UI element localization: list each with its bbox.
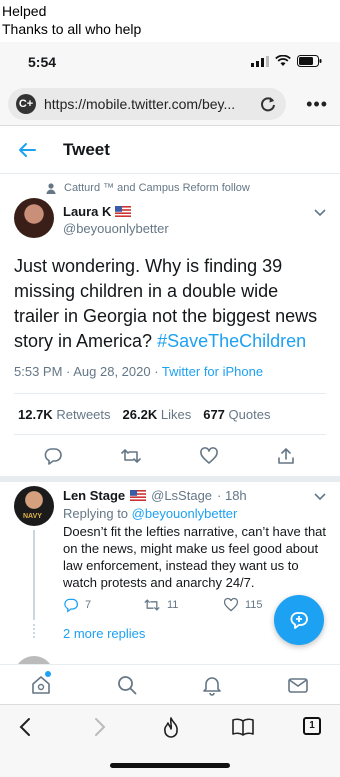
replying-to-handle[interactable]: @beyouonlybetter (132, 506, 238, 521)
us-flag-icon (130, 490, 147, 501)
more-replies-link[interactable]: 2 more replies (63, 626, 145, 641)
address-bar[interactable]: C+ https://mobile.twitter.com/bey... (8, 88, 286, 120)
retweets-stat[interactable]: 12.7K Retweets (18, 407, 111, 422)
search-icon[interactable] (116, 674, 138, 701)
status-bar: 5:54 (0, 42, 340, 82)
likes-stat[interactable]: 26.2K Likes (123, 407, 192, 422)
hashtag-link[interactable]: #SaveTheChildren (157, 331, 306, 351)
tweet-header: Tweet (0, 126, 340, 174)
reply-author-name[interactable]: Len Stage (63, 488, 125, 503)
reply-icon[interactable] (43, 446, 63, 471)
divider (14, 393, 326, 394)
compose-button[interactable] (274, 595, 324, 645)
thread-dotted-line (33, 624, 35, 638)
author-name[interactable]: Laura K (63, 204, 132, 219)
more-menu-icon[interactable]: ••• (306, 94, 328, 115)
safari-forward-icon[interactable] (92, 717, 108, 742)
like-icon[interactable] (223, 597, 239, 613)
post-caption: Helped Thanks to all who help (0, 0, 340, 42)
back-arrow-icon[interactable] (16, 139, 38, 166)
like-icon[interactable] (199, 446, 219, 471)
next-reply-avatar (14, 656, 54, 664)
person-icon (46, 182, 56, 194)
quotes-stat[interactable]: 677 Quotes (203, 407, 270, 422)
tweet-timestamp: 5:53 PM · Aug 28, 2020 · (14, 364, 162, 379)
site-shield-icon[interactable]: C+ (16, 94, 36, 114)
tweet-client-link[interactable]: Twitter for iPhone (162, 364, 263, 379)
compose-icon (290, 612, 308, 629)
twitter-bottom-nav (0, 664, 340, 704)
reply-text: Doesn’t fit the lefties narrative, can’t… (63, 524, 327, 590)
like-count: 115 (245, 599, 263, 611)
caret-down-icon[interactable] (314, 204, 326, 222)
caption-line-1: Helped (2, 3, 47, 19)
author-name-text: Laura K (63, 204, 112, 219)
bookmarks-icon[interactable] (231, 717, 255, 742)
section-separator (0, 476, 340, 482)
tweet-actions (0, 446, 340, 470)
page-title: Tweet (63, 140, 110, 159)
social-context-text: Catturd ™ and Campus Reform follow (64, 182, 250, 194)
reply-icon[interactable] (63, 597, 79, 613)
thread-line (33, 530, 35, 620)
reply-reply-button[interactable]: 7 (63, 597, 91, 613)
us-flag-icon (115, 206, 132, 217)
safari-back-icon[interactable] (17, 717, 33, 742)
brave-flame-icon[interactable] (161, 717, 181, 744)
caption-line-2: Thanks to all who help (2, 21, 142, 37)
reload-icon[interactable] (258, 94, 278, 119)
browser-toolbar: C+ https://mobile.twitter.com/bey... ••• (0, 82, 340, 126)
home-indicator (110, 763, 230, 768)
replying-to: Replying to @beyouonlybetter (63, 506, 238, 521)
reply-like-button[interactable]: 115 (223, 597, 263, 613)
status-time: 5:54 (28, 54, 57, 70)
reply-retweet-button[interactable]: 11 (143, 597, 178, 613)
home-icon[interactable] (30, 674, 52, 701)
reply-count: 7 (85, 599, 92, 611)
tweet-stats: 12.7K Retweets 26.2K Likes 677 Quotes (18, 407, 270, 422)
tweet-meta: 5:53 PM · Aug 28, 2020 · Twitter for iPh… (14, 364, 263, 379)
messages-icon[interactable] (287, 674, 309, 701)
signal-icon (251, 55, 269, 67)
url-text[interactable]: https://mobile.twitter.com/bey... (44, 96, 254, 112)
divider (14, 434, 326, 435)
reply-avatar[interactable]: NAVY (14, 486, 54, 526)
author-avatar[interactable] (14, 198, 54, 238)
wifi-icon (275, 55, 291, 66)
system-icons (251, 55, 322, 67)
avatar-cap-text: NAVY (23, 513, 42, 520)
caret-down-icon[interactable] (314, 488, 326, 506)
social-context[interactable]: Catturd ™ and Campus Reform follow (46, 182, 250, 194)
next-reply-partial (0, 652, 340, 664)
retweet-icon[interactable] (120, 446, 142, 471)
reply-author-handle[interactable]: @LsStage (151, 488, 212, 503)
retweet-count: 11 (167, 599, 179, 611)
battery-icon (297, 55, 322, 67)
tabs-icon[interactable]: 1 (303, 717, 321, 735)
reply-time: · 18h (217, 488, 247, 503)
home-notification-dot (45, 671, 51, 677)
tweet-text: Just wondering. Why is finding 39 missin… (14, 254, 326, 354)
notifications-icon[interactable] (201, 674, 223, 701)
share-icon[interactable] (276, 446, 296, 471)
author-handle[interactable]: @beyouonlybetter (63, 221, 169, 236)
reply-header[interactable]: Len Stage @LsStage · 18h (63, 488, 247, 503)
retweet-icon[interactable] (143, 597, 161, 613)
